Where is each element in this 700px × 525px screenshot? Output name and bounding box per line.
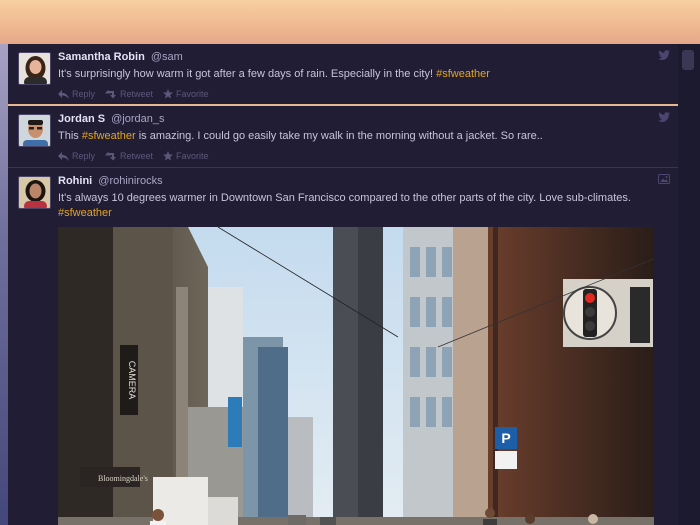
retweet-icon bbox=[105, 151, 117, 160]
timeline-panel[interactable]: Samantha Robin @sam It's surprisingly ho… bbox=[8, 44, 678, 525]
avatar[interactable] bbox=[18, 52, 51, 85]
reply-button[interactable]: Reply bbox=[58, 151, 95, 161]
retweet-button[interactable]: Retweet bbox=[105, 151, 153, 161]
tweet-photo[interactable]: CAMERA Bloomingdale's P bbox=[58, 227, 654, 525]
background-blur-left bbox=[0, 44, 8, 525]
image-icon bbox=[658, 174, 670, 184]
scroll-thumb[interactable] bbox=[682, 50, 694, 70]
reply-button[interactable]: Reply bbox=[58, 89, 95, 99]
user-handle[interactable]: @sam bbox=[151, 51, 183, 63]
reply-icon bbox=[58, 151, 69, 161]
camera-sign: CAMERA bbox=[127, 361, 137, 400]
retweet-icon bbox=[105, 89, 117, 98]
background-blur-top bbox=[0, 0, 700, 44]
favorite-button[interactable]: Favorite bbox=[163, 151, 209, 161]
star-icon bbox=[163, 89, 174, 99]
timeline-scrollbar[interactable] bbox=[678, 44, 700, 525]
tweet-actions: Reply Retweet Favorite bbox=[58, 88, 668, 100]
reply-icon bbox=[58, 89, 69, 99]
store-sign: Bloomingdale's bbox=[98, 474, 148, 483]
tweet-text: It's always 10 degrees warmer in Downtow… bbox=[58, 192, 631, 219]
user-name[interactable]: Rohini bbox=[58, 175, 92, 187]
tweet-item[interactable]: Jordan S @jordan_s This #sfweather is am… bbox=[8, 106, 678, 168]
avatar[interactable] bbox=[18, 114, 51, 147]
user-handle[interactable]: @jordan_s bbox=[111, 113, 164, 125]
hashtag-link[interactable]: #sfweather bbox=[436, 68, 490, 80]
user-name[interactable]: Samantha Robin bbox=[58, 51, 145, 63]
tweet-text: It's surprisingly how warm it got after … bbox=[58, 68, 490, 80]
user-handle[interactable]: @rohinirocks bbox=[98, 175, 162, 187]
favorite-button[interactable]: Favorite bbox=[163, 89, 209, 99]
hashtag-link[interactable]: #sfweather bbox=[58, 207, 112, 219]
hashtag-link[interactable]: #sfweather bbox=[82, 130, 136, 142]
avatar[interactable] bbox=[18, 176, 51, 209]
tweet-text: This #sfweather is amazing. I could go e… bbox=[58, 130, 543, 142]
bird-icon bbox=[658, 112, 670, 122]
user-name[interactable]: Jordan S bbox=[58, 113, 105, 125]
tweet-item[interactable]: Rohini @rohinirocks It's always 10 degre… bbox=[8, 168, 678, 525]
bird-icon bbox=[658, 50, 670, 60]
star-icon bbox=[163, 151, 174, 161]
parking-sign: P bbox=[501, 430, 510, 446]
tweet-actions: Reply Retweet Favorite bbox=[58, 150, 668, 162]
retweet-button[interactable]: Retweet bbox=[105, 89, 153, 99]
tweet-item[interactable]: Samantha Robin @sam It's surprisingly ho… bbox=[8, 44, 678, 106]
